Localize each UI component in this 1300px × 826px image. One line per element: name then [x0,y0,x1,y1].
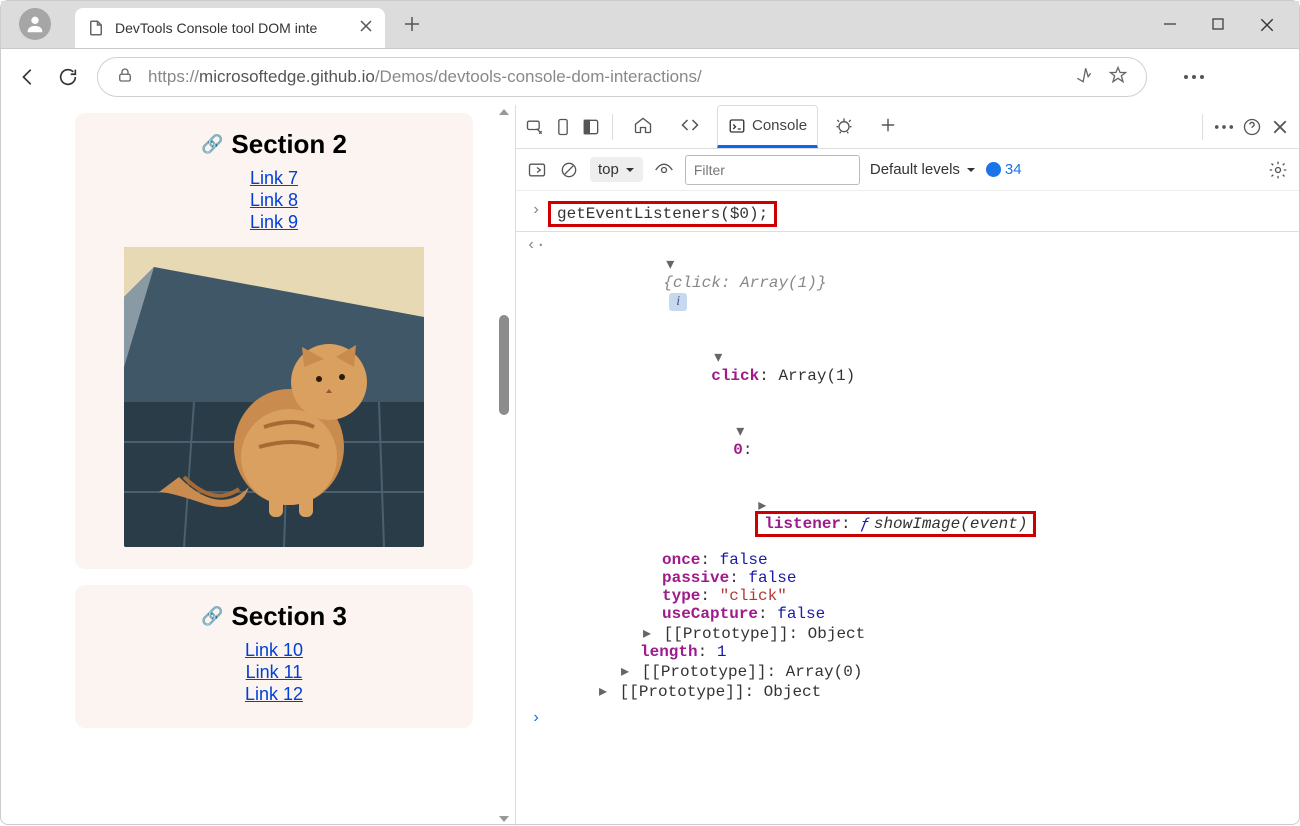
dock-icon[interactable] [580,116,602,138]
prototype-obj-row[interactable]: [[Prototype]]: Object [548,681,1287,701]
lock-icon [116,66,134,89]
devtools-menu-icon[interactable] [1213,116,1235,138]
console-input-row: › getEventListeners($0); [516,197,1299,232]
close-devtools-icon[interactable] [1269,116,1291,138]
live-expression-icon[interactable] [653,159,675,181]
tab-console[interactable]: Console [717,105,818,148]
favorite-icon[interactable] [1108,65,1128,90]
highlighted-command: getEventListeners($0); [548,201,777,227]
section-2-card: 🔗Section 2 Link 7 Link 8 Link 9 [75,113,473,569]
minimize-button[interactable] [1163,17,1177,38]
profile-avatar[interactable] [19,8,51,40]
browser-tab[interactable]: DevTools Console tool DOM inte [75,8,385,48]
filter-input[interactable]: Filter [685,155,860,185]
index-0[interactable]: 0: [548,403,1287,477]
window-controls [1139,17,1299,48]
new-tab-button[interactable] [403,15,421,48]
type-row: type: "click" [548,587,1287,605]
clear-console-icon[interactable] [558,159,580,181]
expand-toggle-icon[interactable] [640,623,654,643]
prototype-array-row[interactable]: [[Prototype]]: Array(0) [548,661,1287,681]
devtools-panel: Console top Filter Default levels [515,105,1299,826]
page-scrollbar[interactable] [499,105,509,826]
url-box[interactable]: https://microsoftedge.github.io/Demos/de… [97,57,1147,97]
link-8[interactable]: Link 8 [93,190,455,211]
section-3-card: 🔗Section 3 Link 10 Link 11 Link 12 [75,585,473,728]
page-icon [87,19,105,37]
close-window-button[interactable] [1259,17,1275,38]
chevron-right-icon: › [524,709,548,727]
expand-toggle-icon[interactable] [663,254,677,274]
expand-toggle-icon[interactable] [711,347,725,367]
length-row: length: 1 [548,643,1287,661]
console-settings-icon[interactable] [1267,159,1289,181]
read-aloud-icon[interactable] [1074,65,1094,90]
chevron-right-icon: › [524,201,548,219]
expand-toggle-icon[interactable] [596,681,610,701]
prototype-row[interactable]: [[Prototype]]: Object [548,623,1287,643]
context-select[interactable]: top [590,157,643,182]
section-2-heading: 🔗Section 2 [93,129,455,160]
section-3-heading: 🔗Section 3 [93,601,455,632]
scrollbar-thumb[interactable] [499,315,509,415]
click-array[interactable]: click: Array(1) [548,329,1287,403]
inspect-icon[interactable] [524,116,546,138]
more-tabs-button[interactable] [870,105,906,148]
console-toolbar: top Filter Default levels 34 [516,149,1299,191]
console-prompt-row[interactable]: › [516,705,1299,731]
usecapture-row: useCapture: false [548,605,1287,623]
cat-image [124,247,424,547]
anchor-icon: 🔗 [201,606,223,627]
expand-toggle-icon[interactable] [733,421,747,441]
link-12[interactable]: Link 12 [93,684,455,705]
refresh-button[interactable] [57,66,79,88]
address-bar: https://microsoftedge.github.io/Demos/de… [1,49,1299,105]
tab-elements[interactable] [669,105,711,148]
expand-toggle-icon[interactable] [618,661,632,681]
link-7[interactable]: Link 7 [93,168,455,189]
devtools-tabbar: Console [516,105,1299,149]
issues-badge[interactable]: 34 [986,161,1022,178]
anchor-icon: 🔗 [201,134,223,155]
tab-issues-icon[interactable] [824,105,864,148]
maximize-button[interactable] [1211,17,1225,38]
tab-welcome[interactable] [623,105,663,148]
sidebar-toggle-icon[interactable] [526,159,548,181]
once-row: once: false [548,551,1287,569]
device-toggle-icon[interactable] [552,116,574,138]
link-11[interactable]: Link 11 [93,662,455,683]
menu-button[interactable] [1183,66,1205,88]
info-icon[interactable]: i [669,293,687,311]
help-icon[interactable] [1241,116,1263,138]
link-9[interactable]: Link 9 [93,212,455,233]
result-arrow-icon: ‹· [524,236,548,254]
url-text: https://microsoftedge.github.io/Demos/de… [148,67,1060,87]
back-button[interactable] [17,66,39,88]
log-level-select[interactable]: Default levels [870,161,976,178]
passive-row: passive: false [548,569,1287,587]
window-titlebar: DevTools Console tool DOM inte [1,1,1299,49]
webpage-viewport: 🔗Section 2 Link 7 Link 8 Link 9 [1,105,515,826]
listener-row[interactable]: listener: ƒshowImage(event) [548,477,1287,551]
tab-title: DevTools Console tool DOM inte [115,20,349,36]
console-output[interactable]: › getEventListeners($0); ‹· {click: Arra… [516,191,1299,826]
console-result-row: ‹· {click: Array(1)} i click: Array(1) 0… [516,232,1299,705]
close-tab-icon[interactable] [359,19,373,38]
object-summary[interactable]: {click: Array(1)} i [548,236,1287,329]
link-10[interactable]: Link 10 [93,640,455,661]
